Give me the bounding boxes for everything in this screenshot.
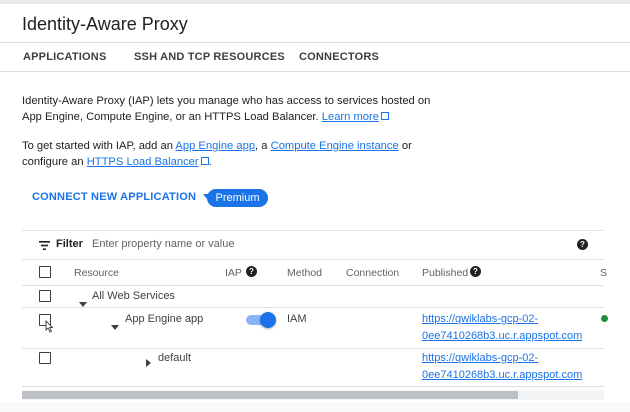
app-engine-app-link[interactable]: App Engine app — [175, 140, 255, 152]
published-url-part2: 0ee7410268b3.uc.r.appspot.com — [422, 330, 583, 342]
column-connection[interactable]: Connection — [346, 267, 399, 279]
help-icon[interactable]: ? — [577, 239, 588, 250]
horizontal-scrollbar-thumb[interactable] — [22, 391, 518, 399]
get-started-text-b: , a — [255, 140, 268, 152]
premium-badge: Premium — [207, 189, 268, 207]
filter-input[interactable] — [90, 237, 494, 251]
get-started-text-d: . — [208, 156, 212, 168]
intro-paragraph: Identity-Aware Proxy (IAP) lets you mana… — [22, 93, 442, 125]
published-url-link[interactable]: https://qwiklabs-gcp-02- 0ee7410268b3.uc… — [422, 350, 592, 384]
published-url-part2: 0ee7410268b3.uc.r.appspot.com — [422, 369, 583, 381]
published-url-link[interactable]: https://qwiklabs-gcp-02- 0ee7410268b3.uc… — [422, 311, 592, 345]
compute-engine-instance-link[interactable]: Compute Engine instance — [271, 140, 399, 152]
iap-toggle[interactable] — [246, 312, 276, 328]
status-ok-icon — [601, 315, 608, 322]
filter-label: Filter — [56, 238, 83, 250]
column-method[interactable]: Method — [287, 267, 322, 279]
column-iap[interactable]: IAP — [225, 267, 242, 279]
select-all-checkbox[interactable] — [39, 266, 51, 278]
connect-new-application-button[interactable]: CONNECT NEW APPLICATION — [32, 191, 212, 203]
page-header: Identity-Aware Proxy — [0, 4, 630, 43]
row-checkbox[interactable] — [39, 352, 51, 364]
mouse-cursor-icon — [45, 320, 54, 333]
get-started-text-a: To get started with IAP, add an — [22, 140, 173, 152]
tab-connectors[interactable]: CONNECTORS — [299, 51, 379, 63]
published-url-part1: https://qwiklabs-gcp-02- — [422, 313, 539, 325]
expand-collapse-icon[interactable] — [146, 354, 151, 372]
method-value: IAM — [287, 313, 307, 325]
column-published[interactable]: Published — [422, 267, 468, 279]
bottom-band — [0, 402, 630, 412]
published-url-part1: https://qwiklabs-gcp-02- — [422, 352, 539, 364]
table-header: Resource IAP ? Method Connection Publish… — [22, 259, 608, 286]
external-link-icon — [380, 112, 389, 120]
tab-ssh-tcp-resources[interactable]: SSH AND TCP RESOURCES — [134, 51, 285, 63]
column-status-partial: S — [600, 267, 608, 279]
published-help-icon[interactable]: ? — [470, 266, 481, 277]
learn-more-link[interactable]: Learn more — [322, 111, 379, 123]
get-started-paragraph: To get started with IAP, add an App Engi… — [22, 138, 442, 170]
table-row: App Engine app IAM https://qwiklabs-gcp-… — [22, 308, 604, 349]
https-load-balancer-link[interactable]: HTTPS Load Balancer — [87, 156, 199, 168]
tab-applications[interactable]: APPLICATIONS — [23, 51, 106, 63]
tab-bar: APPLICATIONS SSH AND TCP RESOURCES CONNE… — [0, 43, 630, 72]
resource-name: All Web Services — [92, 290, 175, 302]
expand-collapse-icon[interactable] — [111, 317, 119, 335]
filter-bar: Filter ? — [22, 230, 604, 260]
page-title: Identity-Aware Proxy — [22, 14, 188, 34]
iap-help-icon[interactable]: ? — [246, 266, 257, 277]
connect-new-application-label: CONNECT NEW APPLICATION — [32, 191, 197, 203]
table-row: All Web Services — [22, 286, 604, 308]
resource-name: default — [158, 352, 192, 364]
table-row: default https://qwiklabs-gcp-02- 0ee7410… — [22, 349, 604, 387]
filter-icon — [39, 241, 50, 250]
row-checkbox[interactable] — [39, 290, 51, 302]
column-resource[interactable]: Resource — [74, 267, 119, 279]
resource-name: App Engine app — [125, 313, 204, 325]
external-link-icon — [200, 157, 209, 165]
